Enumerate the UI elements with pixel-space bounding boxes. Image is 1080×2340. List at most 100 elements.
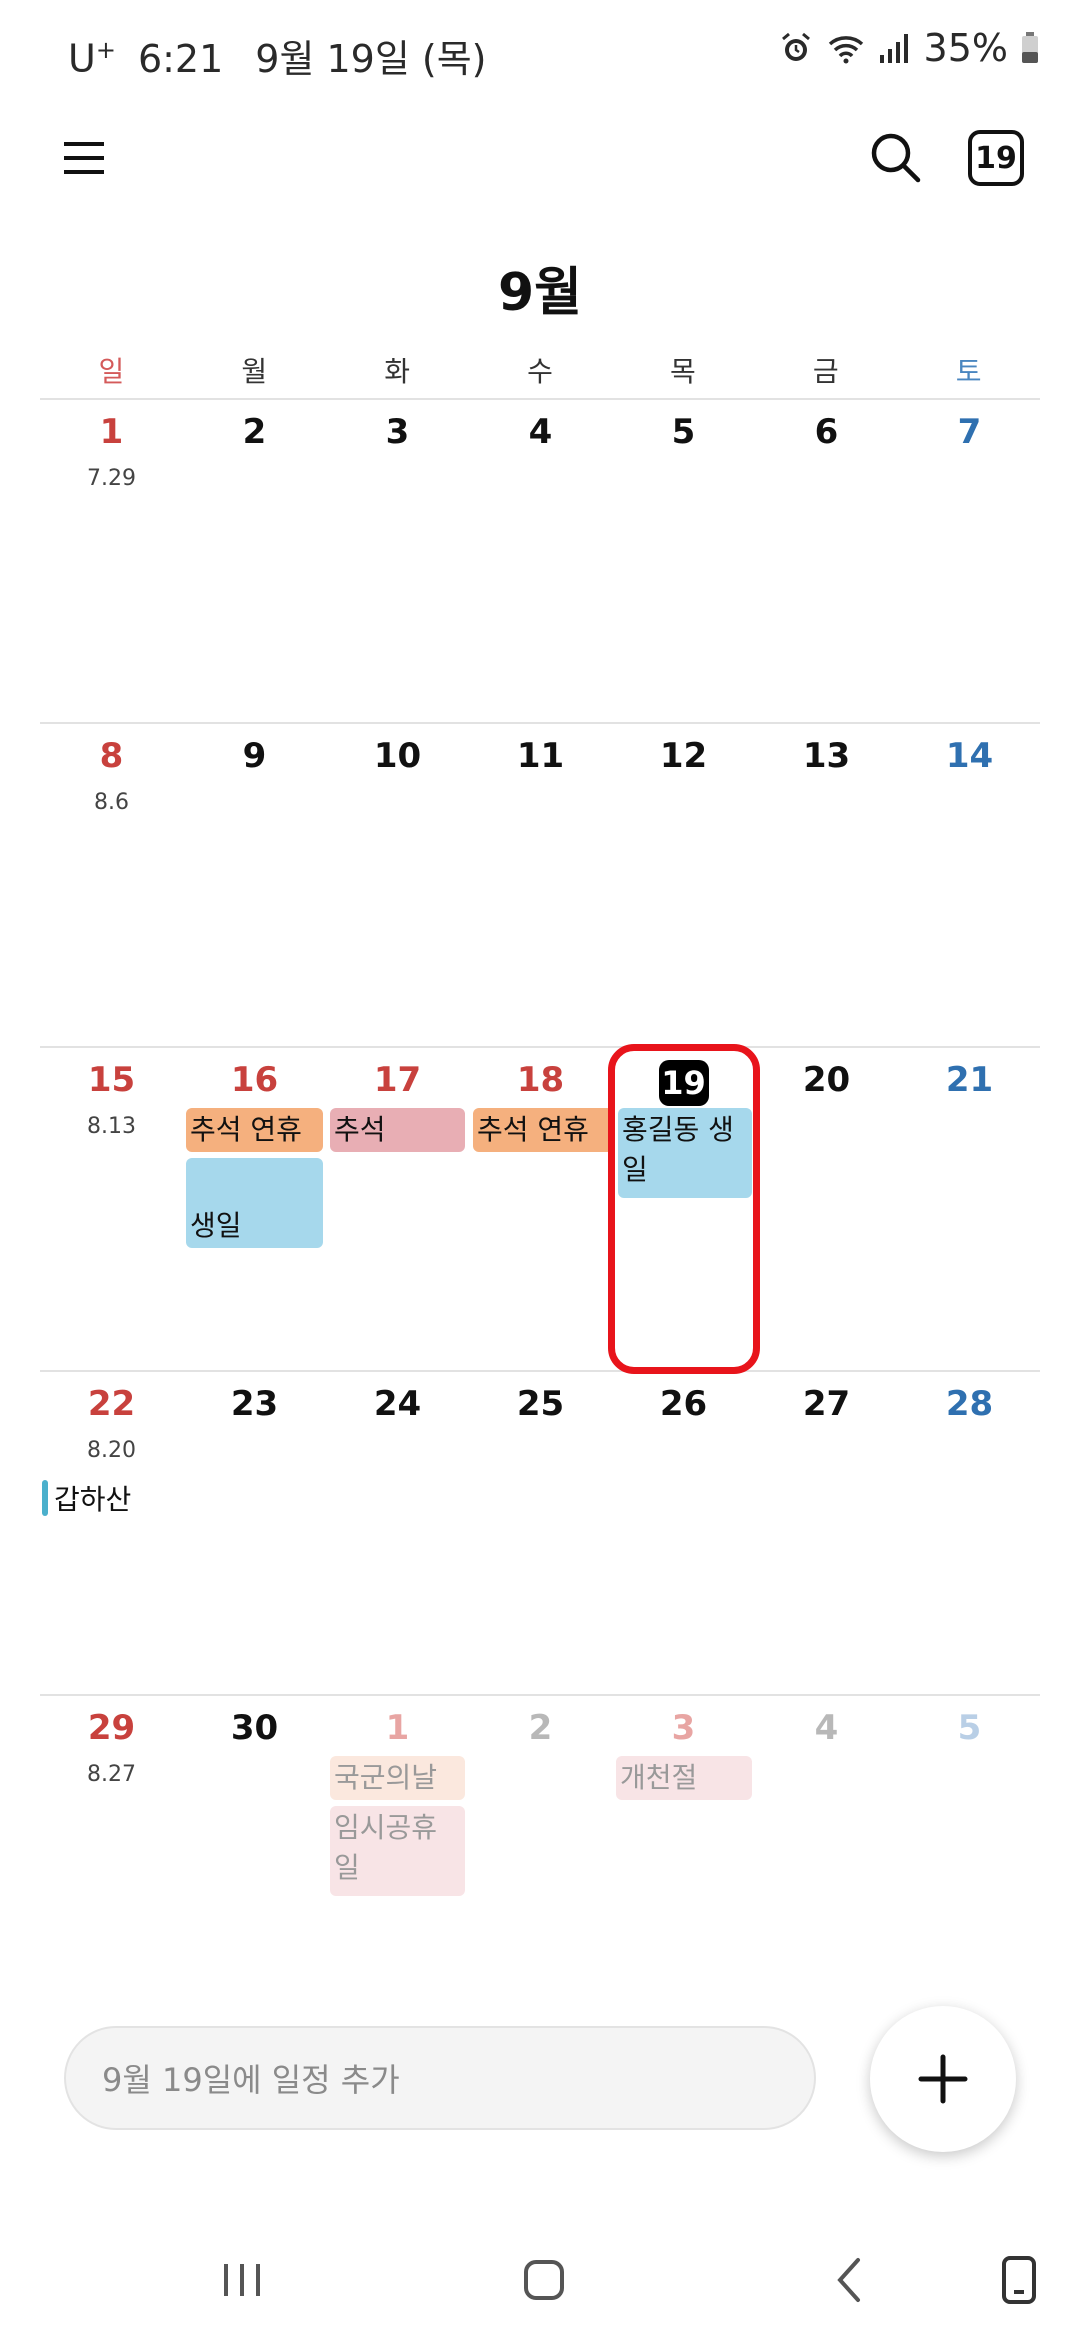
home-icon[interactable] [514, 2252, 574, 2308]
keyboard-icon[interactable] [990, 2252, 1050, 2308]
day-cell-today[interactable]: 19 [612, 1048, 755, 1372]
day-number: 29 [87, 1708, 136, 1748]
lunar-date: 8.27 [87, 1762, 136, 1787]
day-number: 9 [242, 736, 267, 776]
event-armed-forces-day[interactable]: 국군의날 [330, 1756, 465, 1800]
day-cell[interactable]: 4 [755, 1696, 898, 2020]
weekday-sun: 일 [98, 355, 125, 388]
day-number: 20 [802, 1060, 851, 1100]
week-row: 8 8.6 9 10 11 12 13 14 [40, 722, 1040, 1046]
event-hong-birthday[interactable]: 홍길동 생일 [618, 1108, 752, 1198]
day-cell[interactable]: 7 [898, 400, 1041, 724]
day-number: 17 [373, 1060, 422, 1100]
day-cell[interactable]: 22 8.20 [40, 1372, 183, 1696]
lunar-date: 7.29 [87, 466, 136, 491]
day-number: 26 [659, 1384, 708, 1424]
day-cell[interactable]: 26 [612, 1372, 755, 1696]
day-number: 3 [671, 1708, 696, 1748]
day-cell[interactable]: 2 [469, 1696, 612, 2020]
day-cell[interactable]: 3 [326, 400, 469, 724]
day-number: 28 [945, 1384, 994, 1424]
day-number: 1 [99, 412, 124, 452]
day-number: 18 [516, 1060, 565, 1100]
day-cell[interactable]: 10 [326, 724, 469, 1048]
event-birthday[interactable]: 생일 [186, 1158, 323, 1248]
day-cell[interactable]: 14 [898, 724, 1041, 1048]
wifi-icon [826, 30, 866, 66]
day-cell[interactable]: 29 8.27 [40, 1696, 183, 2020]
top-app-bar: 19 [0, 110, 1080, 210]
day-cell[interactable]: 24 [326, 1372, 469, 1696]
recent-apps-icon[interactable] [212, 2252, 272, 2308]
day-number: 15 [87, 1060, 136, 1100]
back-icon[interactable] [820, 2252, 880, 2308]
today-button[interactable]: 19 [968, 130, 1024, 186]
add-event-button[interactable] [870, 2006, 1016, 2152]
week-row: 1 7.29 2 3 4 5 6 7 [40, 398, 1040, 722]
battery-percent: 35% [923, 26, 1008, 70]
day-cell[interactable]: 3 [612, 1696, 755, 2020]
day-number: 4 [814, 1708, 839, 1748]
lunar-date: 8.20 [87, 1438, 136, 1463]
day-number: 5 [671, 412, 696, 452]
day-number: 10 [373, 736, 422, 776]
day-cell[interactable]: 28 [898, 1372, 1041, 1696]
day-cell[interactable]: 8 8.6 [40, 724, 183, 1048]
day-cell[interactable]: 27 [755, 1372, 898, 1696]
day-cell[interactable]: 15 8.13 [40, 1048, 183, 1372]
day-cell[interactable]: 23 [183, 1372, 326, 1696]
day-number: 21 [945, 1060, 994, 1100]
day-number: 8 [99, 736, 124, 776]
day-number: 11 [516, 736, 565, 776]
menu-icon[interactable] [60, 134, 108, 182]
day-cell[interactable]: 17 [326, 1048, 469, 1372]
event-chuseok[interactable]: 추석 [330, 1108, 465, 1152]
weekday-header: 일 월 화 수 목 금 토 [40, 350, 1040, 398]
day-cell[interactable]: 2 [183, 400, 326, 724]
weekday-wed: 수 [527, 355, 553, 388]
day-cell[interactable]: 5 [898, 1696, 1041, 2020]
day-cell[interactable]: 5 [612, 400, 755, 724]
day-cell[interactable]: 1 7.29 [40, 400, 183, 724]
day-cell[interactable]: 25 [469, 1372, 612, 1696]
status-left: U+ 6:21 9월 19일 (목) [68, 28, 487, 83]
day-number: 25 [516, 1384, 565, 1424]
event-chuseok-holiday[interactable]: 추석 연휴 [473, 1108, 613, 1152]
day-number: 30 [230, 1708, 279, 1748]
status-date: 9월 19일 (목) [255, 37, 487, 81]
day-cell[interactable]: 30 [183, 1696, 326, 2020]
weekday-thu: 목 [669, 355, 696, 388]
day-cell[interactable]: 11 [469, 724, 612, 1048]
day-cell[interactable]: 20 [755, 1048, 898, 1372]
event-temp-holiday[interactable]: 임시공휴일 [330, 1806, 465, 1896]
search-icon[interactable] [868, 130, 924, 186]
day-number: 7 [957, 412, 982, 452]
event-gapha[interactable]: 갑하산 [42, 1478, 131, 1518]
event-foundation-day[interactable]: 개천절 [616, 1756, 752, 1800]
quick-add-placeholder: 9월 19일에 일정 추가 [102, 2061, 400, 2099]
carrier-label: U+ [68, 36, 116, 81]
day-cell[interactable]: 18 [469, 1048, 612, 1372]
day-cell[interactable]: 21 [898, 1048, 1041, 1372]
day-number: 3 [385, 412, 410, 452]
status-bar: U+ 6:21 9월 19일 (목) 35% [0, 0, 1080, 100]
day-number: 24 [373, 1384, 422, 1424]
lunar-date: 8.13 [87, 1114, 136, 1139]
day-cell[interactable]: 13 [755, 724, 898, 1048]
day-cell[interactable]: 4 [469, 400, 612, 724]
day-number: 2 [242, 412, 267, 452]
status-time: 6:21 [137, 37, 224, 81]
day-cell[interactable]: 12 [612, 724, 755, 1048]
day-number: 5 [957, 1708, 982, 1748]
day-cell[interactable]: 6 [755, 400, 898, 724]
day-number: 16 [230, 1060, 279, 1100]
week-row: 15 8.13 16 17 18 19 20 21 추석 연휴 추석 추석 연휴 … [40, 1046, 1040, 1370]
event-chuseok-holiday[interactable]: 추석 연휴 [186, 1108, 323, 1152]
day-number: 2 [528, 1708, 553, 1748]
weekday-mon: 월 [241, 355, 268, 388]
today-day-number: 19 [612, 1060, 755, 1106]
quick-add-input[interactable]: 9월 19일에 일정 추가 [64, 2026, 816, 2130]
day-number: 27 [802, 1384, 851, 1424]
day-cell[interactable]: 9 [183, 724, 326, 1048]
day-number: 12 [659, 736, 708, 776]
